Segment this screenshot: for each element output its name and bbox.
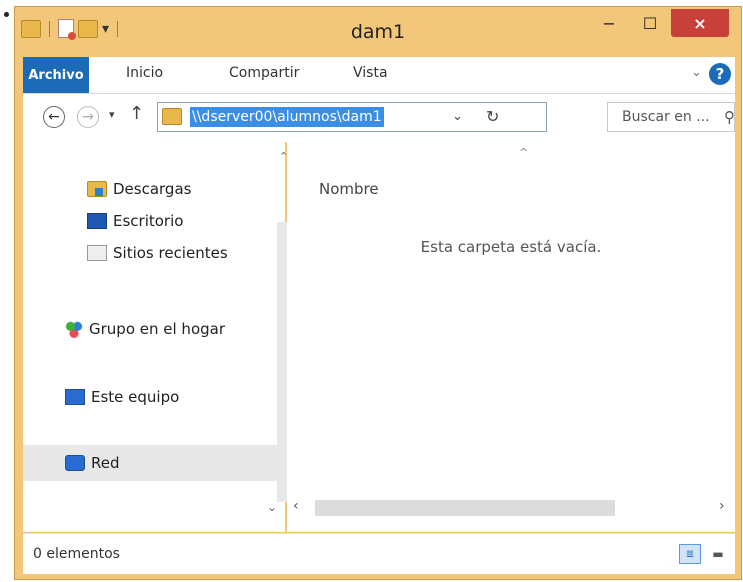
large-icons-view-icon[interactable]: ▬ <box>707 544 729 564</box>
customize-toolbar-arrow-icon[interactable]: ▾ <box>102 21 109 37</box>
scroll-down-chevron-icon[interactable]: ⌄ <box>267 500 277 514</box>
details-view-icon[interactable]: ≣ <box>679 544 701 564</box>
homegroup-icon <box>65 320 83 338</box>
search-icon[interactable]: ⚲ <box>724 108 734 126</box>
title-bar: ▾ dam1 − ☐ × <box>15 7 741 57</box>
close-button[interactable]: × <box>671 9 729 37</box>
navigation-bar: ← → ▾ ↑ \\dserver00\alumnos\dam1 ⌄ ↻ Bus… <box>23 94 735 142</box>
downloads-icon <box>87 181 107 197</box>
nav-item-label: Descargas <box>113 180 192 198</box>
scroll-left-chevron-icon[interactable]: ‹ <box>293 498 299 514</box>
maximize-button[interactable]: ☐ <box>629 9 671 37</box>
tab-compartir[interactable]: Compartir <box>229 65 299 81</box>
file-list-pane[interactable]: ^ Nombre Esta carpeta está vacía. ‹ › <box>287 142 735 532</box>
new-folder-icon[interactable] <box>78 19 98 38</box>
address-path[interactable]: \\dserver00\alumnos\dam1 <box>190 107 384 127</box>
nav-item-label: Este equipo <box>91 388 180 406</box>
back-button[interactable]: ← <box>43 106 65 128</box>
address-bar[interactable]: \\dserver00\alumnos\dam1 ⌄ ↻ <box>157 102 547 132</box>
tab-inicio[interactable]: Inicio <box>126 65 163 81</box>
toolbar-separator <box>49 20 50 37</box>
file-explorer-window: ▾ dam1 − ☐ × Archivo Inicio Compartir Vi… <box>14 6 742 580</box>
scroll-right-chevron-icon[interactable]: › <box>719 498 725 514</box>
column-header-nombre[interactable]: Nombre <box>319 180 379 198</box>
bullet-point <box>4 12 9 17</box>
this-pc-icon <box>65 389 85 405</box>
nav-item-red-selected-background <box>23 445 285 481</box>
nav-item-red[interactable]: Red <box>65 448 120 478</box>
horizontal-scroll-thumb[interactable] <box>315 500 615 516</box>
forward-button[interactable]: → <box>77 106 99 128</box>
horizontal-scrollbar[interactable]: ‹ › <box>287 498 735 518</box>
nav-item-descargas[interactable]: Descargas <box>87 174 191 204</box>
up-button[interactable]: ↑ <box>129 103 144 124</box>
recent-places-icon <box>87 245 107 261</box>
desktop-icon <box>87 213 107 229</box>
status-bar: 0 elementos ≣ ▬ <box>23 533 735 574</box>
folder-icon[interactable] <box>21 19 41 38</box>
search-placeholder: Buscar en ... <box>622 109 710 125</box>
help-icon[interactable]: ? <box>709 63 731 85</box>
nav-item-label: Red <box>91 454 120 472</box>
refresh-icon[interactable]: ↻ <box>486 107 499 126</box>
tab-archivo[interactable]: Archivo <box>23 57 89 93</box>
properties-icon[interactable] <box>58 19 76 40</box>
address-dropdown-chevron-icon[interactable]: ⌄ <box>452 109 463 124</box>
minimize-button[interactable]: − <box>589 9 629 37</box>
nav-item-label: Sitios recientes <box>113 244 228 262</box>
folder-icon <box>162 108 182 125</box>
recent-locations-chevron-icon[interactable]: ▾ <box>109 108 115 121</box>
nav-item-este-equipo[interactable]: Este equipo <box>65 382 179 412</box>
nav-item-escritorio[interactable]: Escritorio <box>87 206 183 236</box>
nav-item-grupo-en-el-hogar[interactable]: Grupo en el hogar <box>65 314 225 344</box>
ribbon-tabs: Archivo Inicio Compartir Vista ⌄ ? <box>23 57 735 94</box>
empty-folder-message: Esta carpeta está vacía. <box>420 238 602 256</box>
expand-ribbon-chevron-icon[interactable]: ⌄ <box>691 65 702 80</box>
navigation-pane: Descargas Escritorio Sitios recientes Gr… <box>23 142 295 532</box>
nav-item-label: Grupo en el hogar <box>89 320 225 338</box>
tab-vista[interactable]: Vista <box>353 65 388 81</box>
sort-indicator-icon: ^ <box>519 146 529 159</box>
network-icon <box>65 455 85 471</box>
toolbar-separator <box>117 20 119 37</box>
item-count: 0 elementos <box>33 546 120 562</box>
quick-access-toolbar: ▾ <box>21 19 122 40</box>
search-input[interactable]: Buscar en ... ⚲ <box>607 102 735 132</box>
nav-item-label: Escritorio <box>113 212 184 230</box>
nav-item-sitios-recientes[interactable]: Sitios recientes <box>87 238 228 268</box>
